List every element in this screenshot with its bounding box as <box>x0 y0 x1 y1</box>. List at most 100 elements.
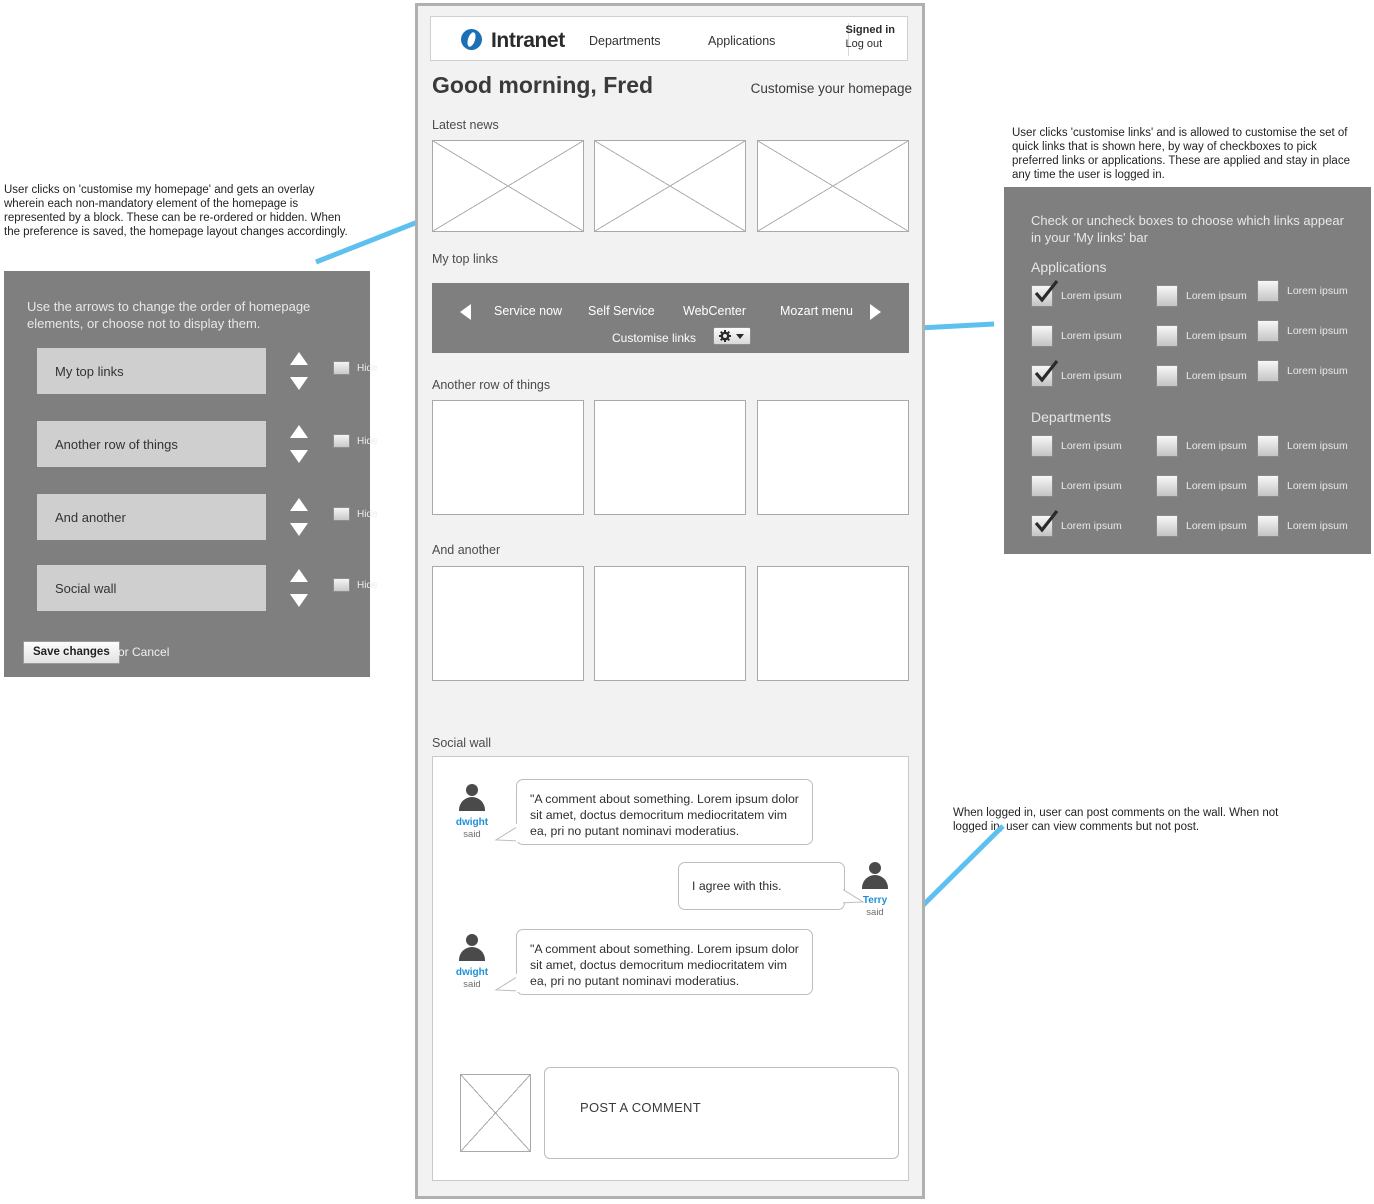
checkbox-box[interactable] <box>1257 360 1279 382</box>
hide-checkbox[interactable] <box>333 434 350 448</box>
check-icon <box>1034 510 1059 533</box>
content-placeholder[interactable] <box>432 400 584 515</box>
intranet-homepage-mockup: Intranet Departments Applications Signed… <box>415 3 925 1199</box>
content-placeholder[interactable] <box>757 400 909 515</box>
checkbox-label: Lorem ipsum <box>1287 520 1348 532</box>
homepage-element-row[interactable]: Social wall Hide <box>37 565 378 611</box>
reorder-spinner[interactable] <box>290 352 310 390</box>
annotation-social-wall: When logged in, user can post comments o… <box>953 807 1279 833</box>
overlay-instruction: Use the arrows to change the order of ho… <box>27 299 311 331</box>
signed-in-block: Signed in Log out <box>846 23 896 51</box>
avatar <box>457 784 487 814</box>
checkbox-label: Lorem ipsum <box>1287 440 1348 452</box>
reorder-spinner[interactable] <box>290 498 310 536</box>
checkbox-box[interactable] <box>1257 280 1279 302</box>
checkbox-label: Lorem ipsum <box>1186 480 1247 492</box>
comment-author[interactable]: Terry <box>853 895 897 906</box>
log-out-link[interactable]: Log out <box>846 37 896 51</box>
reorder-spinner[interactable] <box>290 425 310 463</box>
section-label-latest-news: Latest news <box>432 118 499 132</box>
homepage-element-row[interactable]: My top links Hide <box>37 348 378 394</box>
checkbox-label: Lorem ipsum <box>1061 330 1122 342</box>
move-down-icon[interactable] <box>290 450 308 463</box>
reorder-spinner[interactable] <box>290 569 310 607</box>
top-link-webcenter[interactable]: WebCenter <box>683 304 746 318</box>
next-arrow-icon[interactable] <box>870 304 881 320</box>
section-label-another-row: Another row of things <box>432 378 551 392</box>
top-link-self-service[interactable]: Self Service <box>588 304 655 318</box>
hide-checkbox[interactable] <box>333 507 350 521</box>
comment-said-label: said <box>866 907 884 918</box>
customise-homepage-overlay: Use the arrows to change the order of ho… <box>4 271 378 677</box>
cancel-link[interactable]: or Cancel <box>118 645 169 659</box>
checkbox-box[interactable] <box>1156 285 1178 307</box>
gear-icon <box>719 330 744 342</box>
links-overlay-instruction: Check or uncheck boxes to choose which l… <box>1031 213 1344 245</box>
avatar <box>860 862 890 892</box>
news-thumbnail[interactable] <box>594 140 746 232</box>
move-up-icon[interactable] <box>290 498 308 511</box>
checkbox-label: Lorem ipsum <box>1061 290 1122 302</box>
comment-author[interactable]: dwight <box>450 817 494 828</box>
checkbox-box[interactable] <box>1156 475 1178 497</box>
check-icon <box>1034 360 1059 383</box>
checkbox-label: Lorem ipsum <box>1061 370 1122 382</box>
nav-departments[interactable]: Departments <box>589 34 661 48</box>
checkbox-box[interactable] <box>1031 475 1053 497</box>
checkbox-label: Lorem ipsum <box>1061 520 1122 532</box>
move-down-icon[interactable] <box>290 377 308 390</box>
move-up-icon[interactable] <box>290 352 308 365</box>
content-placeholder[interactable] <box>594 566 746 681</box>
content-placeholder[interactable] <box>594 400 746 515</box>
move-down-icon[interactable] <box>290 523 308 536</box>
hide-label: Hide <box>357 580 378 591</box>
prev-arrow-icon[interactable] <box>460 304 471 320</box>
section-label-social-wall: Social wall <box>432 736 492 750</box>
move-up-icon[interactable] <box>290 425 308 438</box>
checkbox-box[interactable] <box>1156 515 1178 537</box>
save-changes-button[interactable]: Save changes <box>23 641 120 664</box>
element-label: Another row of things <box>37 421 266 467</box>
checkbox-box[interactable] <box>1257 475 1279 497</box>
hide-checkbox[interactable] <box>333 578 350 592</box>
signed-in-label: Signed in <box>845 24 896 36</box>
customise-links-label[interactable]: Customise links <box>612 331 696 345</box>
checkbox-label: Lorem ipsum <box>1287 325 1348 337</box>
customise-links-button[interactable] <box>713 327 751 345</box>
news-thumbnail[interactable] <box>432 140 584 232</box>
move-down-icon[interactable] <box>290 594 308 607</box>
chevron-down-icon <box>736 334 744 339</box>
content-placeholder[interactable] <box>757 566 909 681</box>
move-up-icon[interactable] <box>290 569 308 582</box>
top-link-mozart-menu[interactable]: Mozart menu <box>780 304 853 318</box>
comment-bubble: "A comment about something. Lorem ipsum … <box>516 779 813 845</box>
nav-applications[interactable]: Applications <box>708 34 775 48</box>
checkbox-box[interactable] <box>1257 515 1279 537</box>
top-link-service-now[interactable]: Service now <box>494 304 562 318</box>
content-placeholder[interactable] <box>432 566 584 681</box>
homepage-element-row[interactable]: Another row of things Hide <box>37 421 378 467</box>
checkbox-box[interactable] <box>1257 320 1279 342</box>
hide-label: Hide <box>357 436 378 447</box>
comment-author[interactable]: dwight <box>450 967 494 978</box>
news-thumbnail[interactable] <box>757 140 909 232</box>
checkbox-box[interactable] <box>1031 325 1053 347</box>
checkbox-box[interactable] <box>1031 435 1053 457</box>
checkbox-label: Lorem ipsum <box>1186 370 1247 382</box>
checkbox-box[interactable] <box>1156 365 1178 387</box>
customise-links-overlay: Check or uncheck boxes to choose which l… <box>1004 187 1371 554</box>
hide-label: Hide <box>357 363 378 374</box>
checkbox-box[interactable] <box>1156 325 1178 347</box>
comment-bubble: "A comment about something. Lorem ipsum … <box>516 929 813 995</box>
checkbox-box[interactable] <box>1156 435 1178 457</box>
post-comment-input[interactable]: POST A COMMENT <box>544 1067 899 1159</box>
logo-text: Intranet <box>491 29 565 52</box>
bubble-tail-icon <box>494 824 520 842</box>
comment-said-label: said <box>463 829 481 840</box>
homepage-element-row[interactable]: And another Hide <box>37 494 378 540</box>
post-comment-placeholder: POST A COMMENT <box>580 1100 701 1115</box>
checkbox-box[interactable] <box>1257 435 1279 457</box>
hide-checkbox[interactable] <box>333 361 350 375</box>
checkbox-label: Lorem ipsum <box>1287 285 1348 297</box>
customise-homepage-link[interactable]: Customise your homepage <box>751 81 912 96</box>
